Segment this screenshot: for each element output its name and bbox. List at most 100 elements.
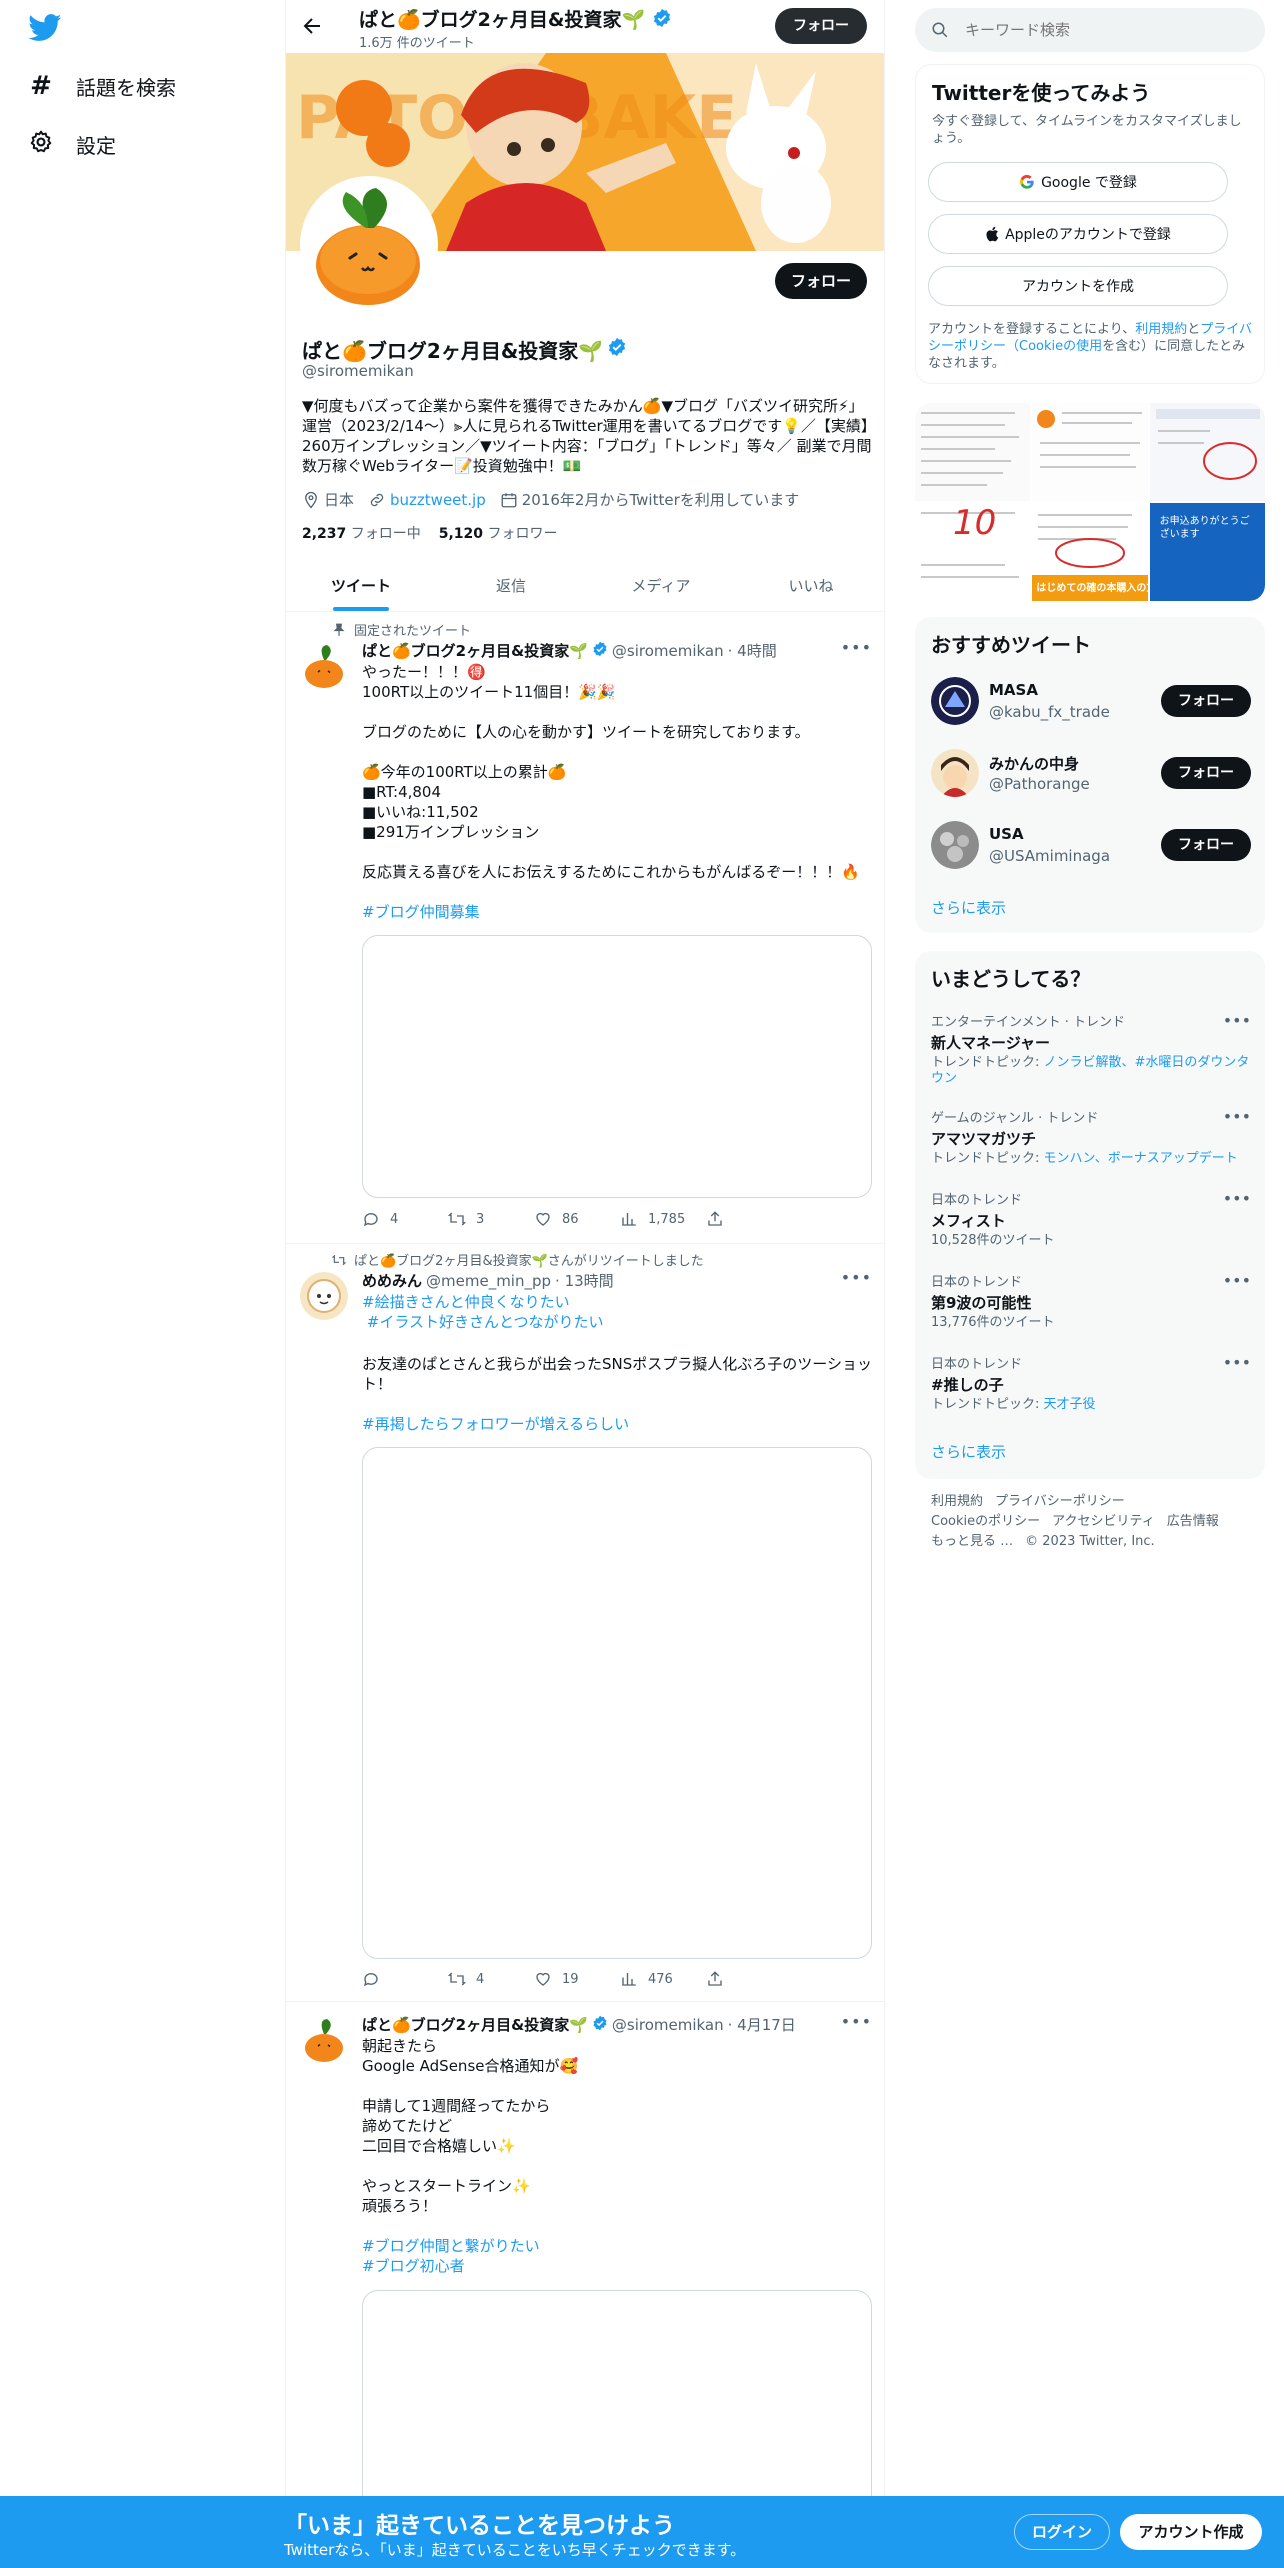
trends-show-more[interactable]: さらに表示 [931, 1441, 1006, 1462]
followers-stat[interactable]: 5,120 フォロワー [439, 523, 558, 543]
tweet-hashtags[interactable]: #絵描きさんと仲良くなりたい #イラスト好きさんとつながりたい [362, 1292, 872, 1332]
reply-button[interactable]: 4 [362, 1210, 448, 1228]
more-options-icon[interactable]: ••• [1223, 1189, 1251, 1208]
following-label: フォロー中 [350, 526, 421, 542]
retweet-button[interactable]: 4 [448, 1970, 534, 1988]
profile-follow-button[interactable]: フォロー [775, 263, 867, 299]
signup-button[interactable]: アカウント作成 [1120, 2514, 1262, 2550]
trend-item[interactable]: 日本のトレンド 第9波の可能性 13,776件のツイート ••• [931, 1271, 1251, 1331]
views-button[interactable]: 1,785 [620, 1210, 706, 1228]
tweet-hashtags[interactable]: #ブログ仲間と繋がりたい #ブログ初心者 [362, 2236, 872, 2276]
follow-button[interactable]: フォロー [1161, 685, 1251, 717]
media-thumb[interactable] [915, 403, 1031, 501]
trend-topic-links[interactable]: 天才子役 [1044, 1397, 1096, 1412]
nav-settings[interactable]: 設定 [28, 122, 116, 166]
create-account-button[interactable]: アカウントを作成 [928, 266, 1228, 306]
more-options-icon[interactable]: ••• [1223, 1011, 1251, 1030]
more-options-icon[interactable]: ••• [841, 2012, 872, 2031]
more-options-icon[interactable]: ••• [1223, 1271, 1251, 1290]
tweet-time[interactable]: · 13時間 [555, 1270, 614, 1291]
suggestion-avatar[interactable] [931, 677, 979, 725]
tab-replies[interactable]: 返信 [436, 560, 586, 611]
nav-explore[interactable]: # 話題を検索 [28, 64, 176, 108]
profile-handle: @siromemikan [302, 362, 414, 380]
tab-media[interactable]: メディア [586, 560, 736, 611]
terms-link[interactable]: 利用規約 [1135, 322, 1187, 337]
like-button[interactable]: 86 [534, 1210, 620, 1228]
google-signup-button[interactable]: Google で登録 [928, 162, 1228, 202]
tab-likes[interactable]: いいね [736, 560, 884, 611]
follow-suggestion[interactable]: USA @USAmiminaga フォロー [931, 817, 1251, 873]
search-box[interactable] [915, 8, 1265, 52]
suggestion-name[interactable]: MASA [989, 681, 1038, 699]
suggestion-avatar[interactable] [931, 749, 979, 797]
twitter-logo-icon[interactable] [28, 14, 64, 44]
search-input[interactable] [965, 21, 1245, 39]
views-button[interactable]: 476 [620, 1970, 706, 1988]
more-options-icon[interactable]: ••• [1223, 1107, 1251, 1126]
tweet-avatar[interactable] [300, 2016, 348, 2064]
tweet[interactable]: 固定されたツイート ぱと🍊ブログ2ヶ月目&投資家🌱 @siromemikan ·… [286, 612, 884, 1244]
media-thumb[interactable]: お申込ありがとうございます [1149, 503, 1265, 601]
tweet-author-name[interactable]: めめみん [362, 1270, 422, 1291]
tweet-media[interactable] [362, 935, 872, 1198]
topbar-follow-button[interactable]: フォロー [775, 8, 867, 44]
apple-signup-button[interactable]: Appleのアカウントで登録 [928, 214, 1228, 254]
tweet-avatar[interactable] [300, 1272, 348, 1320]
footer-cookie-link[interactable]: Cookieのポリシー [931, 1514, 1040, 1529]
media-thumb[interactable] [1149, 403, 1265, 501]
more-options-icon[interactable]: ••• [841, 1268, 872, 1287]
tweet-time[interactable]: · 4時間 [728, 640, 777, 661]
who-to-follow-show-more[interactable]: さらに表示 [931, 897, 1006, 918]
retweet-button[interactable]: 3 [448, 1210, 534, 1228]
profile-avatar[interactable] [300, 176, 438, 314]
tweet-hashtags-2[interactable]: #再掲したらフォロワーが増えるらしい [362, 1414, 872, 1434]
tweet-author-name[interactable]: ぱと🍊ブログ2ヶ月目&投資家🌱 [362, 2014, 588, 2035]
follow-suggestion[interactable]: MASA @kabu_fx_trade フォロー [931, 673, 1251, 729]
suggestion-name[interactable]: みかんの中身 [989, 753, 1079, 774]
footer-privacy-link[interactable]: プライバシーポリシー [995, 1494, 1125, 1509]
suggestion-avatar[interactable] [931, 821, 979, 869]
more-options-icon[interactable]: ••• [1223, 1353, 1251, 1372]
profile-website[interactable]: buzztweet.jp [368, 491, 486, 509]
following-count: 2,237 [302, 526, 347, 542]
profile-website-link[interactable]: buzztweet.jp [390, 491, 486, 509]
footer-accessibility-link[interactable]: アクセシビリティ [1052, 1514, 1155, 1529]
suggestion-name[interactable]: USA [989, 825, 1024, 843]
follow-suggestion[interactable]: みかんの中身 @Pathorange フォロー [931, 745, 1251, 801]
tweet[interactable]: ぱと🍊ブログ2ヶ月目&投資家🌱 @siromemikan · 4月17日 •••… [286, 2002, 884, 2568]
follow-button[interactable]: フォロー [1161, 829, 1251, 861]
media-thumb[interactable]: はじめての確の本購入の方へ [1032, 503, 1148, 601]
tweet-time[interactable]: · 4月17日 [728, 2014, 796, 2035]
footer-ads-link[interactable]: 広告情報 [1167, 1514, 1219, 1529]
tweet-avatar[interactable] [300, 642, 348, 690]
share-button[interactable] [706, 1210, 792, 1228]
media-thumb[interactable]: 10 [915, 503, 1031, 601]
reply-button[interactable] [362, 1970, 448, 1988]
tweet[interactable]: ぱと🍊ブログ2ヶ月目&投資家🌱さんがリツイートしました めめみん @meme_m… [286, 1244, 884, 2002]
media-thumb[interactable] [1032, 403, 1148, 501]
trend-item[interactable]: 日本のトレンド メフィスト 10,528件のツイート ••• [931, 1189, 1251, 1249]
tweet-author-name[interactable]: ぱと🍊ブログ2ヶ月目&投資家🌱 [362, 640, 588, 661]
follow-button[interactable]: フォロー [1161, 757, 1251, 789]
trend-item[interactable]: ゲームのジャンル · トレンド アマツマガツチ トレンドトピック: モンハン、ボ… [931, 1107, 1251, 1167]
views-chart-icon [622, 1213, 636, 1226]
login-button[interactable]: ログイン [1014, 2514, 1110, 2550]
share-icon [708, 1211, 722, 1226]
terms-prefix: アカウントを登録することにより、 [928, 322, 1136, 337]
trend-item[interactable]: エンターテインメント · トレンド 新人マネージャー トレンドトピック: ノンラ… [931, 1011, 1251, 1087]
following-stat[interactable]: 2,237 フォロー中 [302, 523, 421, 543]
trend-item[interactable]: 日本のトレンド #推しの子 トレンドトピック: 天才子役 ••• [931, 1353, 1251, 1413]
footer-terms-link[interactable]: 利用規約 [931, 1494, 983, 1509]
back-arrow-icon[interactable] [300, 14, 326, 40]
more-options-icon[interactable]: ••• [841, 638, 872, 657]
like-button[interactable]: 19 [534, 1970, 620, 1988]
share-button[interactable] [706, 1970, 792, 1988]
footer-more-link[interactable]: もっと見る … [931, 1534, 1013, 1549]
trend-topic-links[interactable]: モンハン、ボーナスアップデート [1044, 1151, 1238, 1166]
profile-tabs: ツイート 返信 メディア いいね [286, 560, 884, 612]
tweet-hashtags[interactable]: #ブログ仲間募集 [362, 902, 872, 922]
tweet-media[interactable] [362, 1447, 872, 1959]
cookie-link[interactable]: （Cookieの使用 [1006, 339, 1102, 354]
tab-tweets[interactable]: ツイート [286, 560, 436, 611]
